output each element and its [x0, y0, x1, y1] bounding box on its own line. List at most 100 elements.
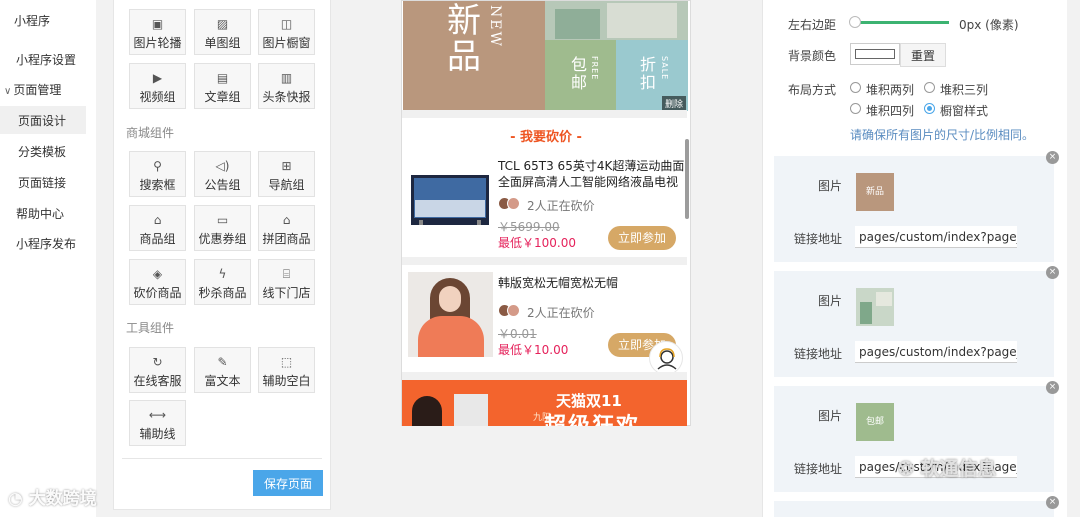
component-navigation[interactable]: ⊞ 导航组 [258, 151, 315, 197]
lowest-price: 最低￥10.00 [498, 343, 569, 357]
nav-item-miniprogram[interactable]: 小程序 [14, 12, 86, 29]
component-panel: ▣ 图片轮播 ▨ 单图组 ◫ 图片橱窗 ▶ 视频组 ▤ 文章组 ▥ 头条快报 商… [113, 0, 331, 510]
bargain-count: 2人正在砍价 [527, 306, 595, 320]
component-flash-sale[interactable]: ϟ 秒杀商品 [194, 259, 251, 305]
promo-banner[interactable]: 九阳 天猫双11 超级狂欢 [402, 380, 687, 426]
close-icon[interactable]: × [1046, 381, 1059, 394]
component-blank[interactable]: ⬚ 辅助空白 [258, 347, 315, 393]
component-label: 优惠券组 [198, 232, 247, 246]
delete-block-button[interactable]: 删除 [661, 96, 686, 111]
component-label: 商品组 [139, 232, 176, 246]
promo-subtitle: 超级狂欢 [544, 408, 640, 426]
layout-radio-two-col[interactable] [850, 82, 861, 93]
component-label: 秒杀商品 [198, 286, 247, 300]
nav-item-category-template[interactable]: 分类模板 [18, 143, 88, 160]
component-label: 线下门店 [262, 286, 311, 300]
nav-item-miniprogram-settings[interactable]: 小程序设置 [16, 51, 96, 68]
component-label: 砍价商品 [133, 286, 182, 300]
tv-screen-highlight [415, 200, 485, 217]
layout-radio-four-col[interactable] [850, 103, 861, 114]
layout-radio-three-col[interactable] [924, 82, 935, 93]
image-thumbnail[interactable]: 包邮 [856, 403, 894, 441]
nav-label: 小程序发布 [16, 237, 77, 251]
close-icon[interactable]: × [1046, 266, 1059, 279]
nav-label: 小程序 [14, 14, 51, 28]
component-divider-line[interactable]: ⟷ 辅助线 [129, 400, 186, 446]
component-search[interactable]: ⚲ 搜索框 [129, 151, 186, 197]
product-image-sweater [408, 272, 493, 357]
bargain-count: 2人正在砍价 [527, 199, 595, 213]
margin-value: 0px (像素) [959, 18, 1019, 32]
thumb-decor [876, 292, 892, 306]
preview-scrollbar[interactable] [685, 139, 689, 219]
image-window-block[interactable]: 新品 NEW 包邮 FREE 折扣 SALE 删除 [403, 1, 688, 111]
reset-color-button[interactable]: 重置 [900, 43, 946, 67]
link-input[interactable]: pages/custom/index?page_id [855, 341, 1017, 363]
link-input[interactable]: pages/custom/index?page_id [855, 226, 1017, 248]
article-icon: ▤ [216, 71, 229, 85]
close-icon[interactable]: × [1046, 496, 1059, 509]
component-group-buy[interactable]: ⌂ 拼团商品 [258, 205, 315, 251]
product-title: 全面屏高清人工智能网络液晶电视 [498, 175, 679, 189]
component-notice[interactable]: ◁) 公告组 [194, 151, 251, 197]
component-image-window[interactable]: ◫ 图片橱窗 [258, 9, 315, 55]
color-swatch [855, 49, 895, 59]
image-field-label: 图片 [818, 409, 843, 423]
banner-new-products: 新品 NEW [403, 1, 545, 111]
nav-grid-icon: ⊞ [281, 159, 292, 173]
watermark-logo: ◔ 大数跨境 [8, 484, 97, 509]
nav-item-help-center[interactable]: 帮助中心 [16, 205, 88, 222]
nav-item-page-links[interactable]: 页面链接 [18, 174, 88, 191]
nav-label: 页面设计 [18, 114, 67, 128]
join-bargain-button[interactable]: 立即参加 [608, 226, 676, 250]
banner-free-shipping: 包邮 FREE [545, 40, 616, 111]
nav-label: 分类模板 [18, 145, 67, 159]
component-image-carousel[interactable]: ▣ 图片轮播 [129, 9, 186, 55]
margin-slider-track[interactable] [855, 21, 949, 24]
component-label: 导航组 [268, 178, 305, 192]
product-title: TCL 65T3 65英寸4K超薄运动曲面 [498, 159, 685, 173]
save-page-button[interactable]: 保存页面 [253, 470, 323, 496]
avatar [507, 304, 520, 317]
component-offline-store[interactable]: ⌸ 线下门店 [258, 259, 315, 305]
component-products[interactable]: ⌂ 商品组 [129, 205, 186, 251]
layout-option-label: 堆积三列 [940, 83, 989, 97]
store-icon: ⌸ [282, 267, 291, 281]
group-title-mall: 商城组件 [126, 126, 175, 140]
banner-tile-text: 折扣 [640, 55, 657, 92]
customer-service-icon[interactable] [649, 341, 683, 375]
link-field-label: 链接地址 [794, 232, 843, 246]
nav-item-publish[interactable]: 小程序发布 [16, 235, 92, 252]
group-title-tools: 工具组件 [126, 321, 175, 335]
bg-color-picker[interactable] [850, 43, 900, 65]
news-icon: ▥ [280, 71, 293, 85]
image-thumbnail[interactable] [856, 288, 894, 326]
component-single-image[interactable]: ▨ 单图组 [194, 9, 251, 55]
nav-label: 页面管理 [13, 83, 62, 97]
image-icon: ▨ [216, 17, 229, 31]
component-video[interactable]: ▶ 视频组 [129, 63, 186, 109]
nav-item-page-design[interactable]: 页面设计 [0, 106, 86, 134]
component-label: 头条快报 [262, 90, 311, 104]
component-coupons[interactable]: ▭ 优惠券组 [194, 205, 251, 251]
thumb-decor [860, 302, 872, 324]
margin-slider-knob[interactable] [849, 16, 861, 28]
component-label: 在线客服 [133, 374, 182, 388]
banner-tile-text: 包邮 [571, 55, 588, 92]
close-icon[interactable]: × [1046, 151, 1059, 164]
section-divider [402, 110, 687, 118]
component-article[interactable]: ▤ 文章组 [194, 63, 251, 109]
margin-label: 左右边距 [788, 18, 837, 32]
image-thumbnail[interactable]: 新品 [856, 173, 894, 211]
component-bargain[interactable]: ◈ 砍价商品 [129, 259, 186, 305]
coupon-icon: ▭ [216, 213, 229, 227]
component-news[interactable]: ▥ 头条快报 [258, 63, 315, 109]
nav-item-page-management[interactable]: ∨ 页面管理 [4, 81, 86, 98]
component-rich-text[interactable]: ✎ 富文本 [194, 347, 251, 393]
component-online-service[interactable]: ↻ 在线客服 [129, 347, 186, 393]
blank-icon: ⬚ [280, 355, 293, 369]
headset-icon: ↻ [152, 355, 163, 369]
component-label: 辅助空白 [262, 374, 311, 388]
layout-radio-window[interactable] [924, 103, 935, 114]
component-label: 富文本 [204, 374, 241, 388]
